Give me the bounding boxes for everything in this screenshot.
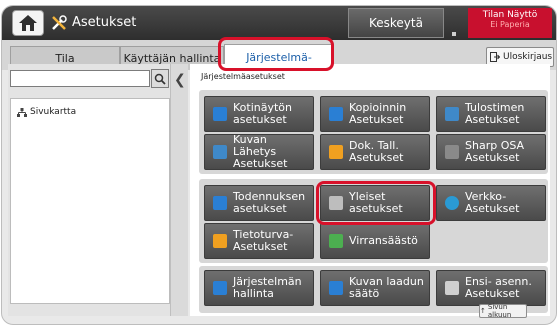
arrow-up-icon: ↑ — [480, 307, 486, 315]
button-label: Virransäästö — [349, 234, 418, 247]
sidebar-collapse-handle[interactable]: ❮ — [170, 64, 188, 316]
app-title: Asetukset — [72, 15, 137, 30]
button-label: Tulostimen Asetukset — [465, 101, 525, 126]
button-label: Ensi- asenn. Asetukset — [465, 275, 532, 300]
home-screen-settings-button[interactable]: Kotinäytön asetukset — [204, 96, 314, 132]
sharp-osa-settings-button[interactable]: Sharp OSA Asetukset — [436, 134, 546, 170]
logout-icon — [490, 52, 500, 62]
authentication-settings-button[interactable]: Todennuksen asetukset — [204, 185, 314, 221]
button-label: Verkko- Asetukset — [465, 190, 520, 215]
tools-icon — [52, 15, 67, 30]
lock-icon — [213, 234, 227, 248]
status-display-button[interactable]: Tilan Näyttö Ei Paperia — [468, 8, 552, 38]
logout-label: Uloskirjaus — [503, 52, 553, 62]
sitemap-panel: Sivukartta — [10, 98, 170, 304]
image-quality-adjustment-button[interactable]: Kuvan laadun säätö — [320, 270, 430, 306]
button-label: Kopioinnin Asetukset — [349, 101, 407, 126]
pause-button[interactable]: Keskeytä — [348, 8, 444, 38]
leaf-icon — [329, 234, 343, 248]
chevron-left-icon: ❮ — [174, 72, 186, 88]
home-icon — [213, 107, 227, 121]
search-input[interactable] — [10, 70, 150, 87]
button-label: Tietoturva- Asetukset — [233, 228, 294, 253]
osa-icon — [445, 145, 459, 159]
folder-icon — [329, 145, 343, 159]
button-label: Kotinäytön asetukset — [233, 101, 293, 126]
top-of-page-label: Sivun alkuun — [487, 303, 512, 319]
image-quality-icon — [329, 281, 343, 295]
highlight-system-tab — [218, 37, 334, 71]
copy-settings-button[interactable]: Kopioinnin Asetukset — [320, 96, 430, 132]
top-of-page-button[interactable]: ↑ Sivun alkuun — [479, 303, 527, 319]
energy-save-button[interactable]: Virransäästö — [320, 223, 430, 259]
search-icon — [154, 73, 166, 85]
image-send-settings-button[interactable]: Kuvan Lähetys Asetukset — [204, 134, 314, 170]
copy-icon — [329, 107, 343, 121]
status-title: Tilan Näyttö — [482, 10, 538, 20]
button-label: Sharp OSA Asetukset — [465, 139, 525, 164]
section-title: Järjestelmäasetukset — [201, 72, 285, 81]
button-label: Todennuksen asetukset — [233, 190, 306, 215]
printer-settings-button[interactable]: Tulostimen Asetukset — [436, 96, 546, 132]
button-label: Järjestelmän hallinta — [233, 275, 302, 300]
send-icon — [213, 145, 227, 159]
initial-setup-button[interactable]: Ensi- asenn. Asetukset — [436, 270, 546, 306]
users-icon — [213, 196, 227, 210]
system-management-button[interactable]: Järjestelmän hallinta — [204, 270, 314, 306]
network-settings-button[interactable]: Verkko- Asetukset — [436, 185, 546, 221]
search-button[interactable] — [151, 69, 169, 88]
highlight-general-settings — [316, 181, 436, 225]
home-icon — [19, 15, 37, 31]
home-button[interactable] — [12, 10, 44, 36]
monitor-icon — [213, 281, 227, 295]
button-label: Kuvan Lähetys Asetukset — [233, 133, 288, 170]
document-filing-settings-button[interactable]: Dok. Tall. Asetukset — [320, 134, 430, 170]
setup-icon — [445, 281, 459, 295]
indicator-dot — [452, 32, 456, 36]
security-settings-button[interactable]: Tietoturva- Asetukset — [204, 223, 314, 259]
sidebar-item-label: Sivukartta — [30, 107, 77, 117]
printer-icon — [445, 107, 459, 121]
button-label: Kuvan laadun säätö — [349, 275, 424, 300]
sitemap-icon — [17, 107, 27, 117]
button-label: Dok. Tall. Asetukset — [349, 139, 404, 164]
sidebar-item-sitemap[interactable]: Sivukartta — [17, 107, 76, 117]
status-subtitle: Ei Paperia — [490, 20, 530, 29]
globe-icon — [445, 196, 459, 210]
